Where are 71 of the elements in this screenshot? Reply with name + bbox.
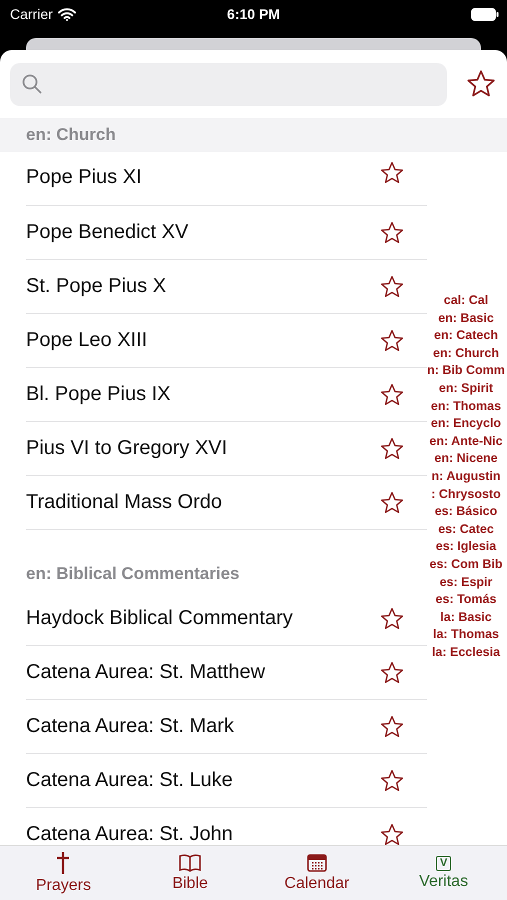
row-title: St. Pope Pius X — [26, 275, 166, 298]
star-icon[interactable] — [379, 822, 405, 845]
index-entry[interactable]: en: Thomas — [430, 398, 502, 416]
index-entry[interactable]: la: Ecclesia — [432, 644, 500, 662]
star-icon[interactable] — [379, 160, 405, 186]
search-field[interactable] — [10, 62, 447, 106]
star-icon[interactable] — [379, 382, 405, 408]
list-row[interactable]: Pope Leo XIII — [26, 314, 427, 368]
star-icon[interactable] — [379, 490, 405, 516]
index-entry[interactable]: es: Espir — [440, 574, 492, 592]
cross-icon — [56, 851, 70, 875]
row-title: Bl. Pope Pius IX — [26, 383, 171, 406]
star-icon[interactable] — [379, 768, 405, 794]
row-title: Pope Leo XIII — [26, 329, 148, 352]
index-entry[interactable]: es: Básico — [434, 503, 498, 521]
list-row[interactable]: Pope Pius XI — [26, 152, 427, 206]
letter-icon: V — [436, 856, 452, 870]
index-entry[interactable]: n: Bib Comm — [427, 362, 505, 380]
star-icon[interactable] — [379, 660, 405, 686]
index-entry[interactable]: cal: Cal — [444, 292, 488, 310]
index-entry[interactable]: en: Spirit — [438, 380, 494, 398]
list-row[interactable]: Traditional Mass Ordo — [26, 476, 427, 530]
section-header: en: Church — [0, 118, 507, 152]
index-entry[interactable]: es: Catec — [438, 520, 494, 538]
tab-item[interactable]: V Veritas — [394, 854, 494, 892]
calendar-icon — [306, 853, 327, 873]
index-entry[interactable]: es: Tomás — [436, 591, 496, 609]
wifi-icon — [58, 8, 76, 20]
row-title: Pius VI to Gregory XVI — [26, 437, 228, 460]
row-title: Catena Aurea: St. John — [26, 823, 233, 845]
row-title: Catena Aurea: St. Luke — [26, 769, 233, 792]
index-entry[interactable]: en: Basic — [438, 310, 494, 328]
carrier-label: Carrier — [10, 6, 53, 22]
star-icon[interactable] — [379, 606, 405, 632]
index-entry[interactable]: n: Augustin — [432, 468, 500, 486]
row-title: Haydock Biblical Commentary — [26, 607, 293, 630]
row-title: Catena Aurea: St. Mark — [26, 715, 234, 738]
list-row[interactable]: Haydock Biblical Commentary — [26, 592, 427, 646]
index-entry[interactable]: en: Ante-Nic — [429, 432, 503, 450]
clock-time: 6:10 PM — [227, 6, 280, 22]
index-entry[interactable]: en: Catech — [434, 327, 498, 345]
book-icon — [178, 853, 202, 873]
star-icon[interactable] — [379, 436, 405, 462]
star-icon[interactable] — [379, 714, 405, 740]
index-entry[interactable]: en: Encyclo — [430, 415, 502, 433]
tab-item[interactable]: Bible — [140, 852, 240, 894]
tab-item[interactable]: Calendar — [266, 852, 367, 894]
star-icon[interactable] — [379, 328, 405, 354]
list-row[interactable]: Pope Benedict XV — [26, 206, 427, 260]
index-entry[interactable]: en: Church — [433, 344, 499, 362]
row-title: Pope Pius XI — [26, 166, 142, 189]
tab-item[interactable]: Prayers — [13, 850, 114, 896]
star-icon[interactable] — [379, 274, 405, 300]
list-row[interactable]: Catena Aurea: St. Mark — [26, 700, 427, 754]
search-icon — [22, 74, 42, 94]
row-title: Pope Benedict XV — [26, 221, 188, 244]
list-row[interactable]: Catena Aurea: St. Luke — [26, 754, 427, 808]
index-entry[interactable]: la: Thomas — [433, 626, 499, 644]
row-title: Catena Aurea: St. Matthew — [26, 661, 266, 684]
list-row[interactable]: St. Pope Pius X — [26, 260, 427, 314]
row-title: Traditional Mass Ordo — [26, 491, 222, 514]
index-entry[interactable]: es: Com Bib — [430, 556, 502, 574]
index-entry[interactable]: es: Iglesia — [436, 538, 496, 556]
list-row[interactable]: Pius VI to Gregory XVI — [26, 422, 427, 476]
index-entry[interactable]: en: Nicene — [434, 450, 498, 468]
star-icon[interactable] — [379, 220, 405, 246]
index-entry[interactable]: la: Basic — [440, 608, 492, 626]
list-row[interactable]: Catena Aurea: St. Matthew — [26, 646, 427, 700]
index-entry[interactable]: : Chrysosto — [431, 486, 501, 504]
list-row[interactable]: Bl. Pope Pius IX — [26, 368, 427, 422]
battery-icon — [471, 8, 499, 20]
